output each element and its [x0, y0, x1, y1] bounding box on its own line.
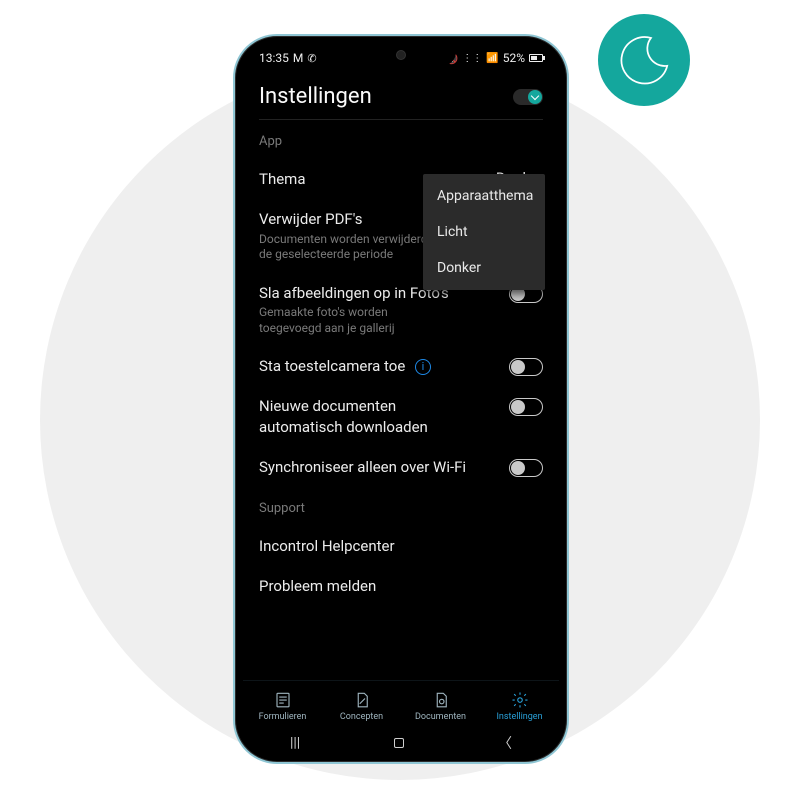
nav-documents[interactable]: Documenten: [401, 681, 480, 732]
documents-icon: [432, 691, 450, 709]
forms-icon: [274, 691, 292, 709]
settings-content: Instellingen App Thema Donker Verwijder …: [243, 74, 559, 680]
save-photos-sub: Gemaakte foto's worden toegevoegd aan je…: [259, 305, 449, 336]
wifi-icon: ⋮⋮: [462, 53, 482, 64]
theme-dropdown: Apparaatthema Licht Donker: [423, 174, 545, 290]
report-problem-row[interactable]: Probleem melden: [259, 566, 543, 606]
page-title: Instellingen: [259, 84, 372, 109]
sysnav-home[interactable]: [394, 738, 404, 748]
helpcenter-row[interactable]: Incontrol Helpcenter: [259, 526, 543, 566]
info-icon[interactable]: i: [415, 359, 431, 375]
wifi-sync-row[interactable]: Synchroniseer alleen over Wi-Fi: [259, 447, 543, 487]
helpcenter-label: Incontrol Helpcenter: [259, 536, 533, 556]
moon-icon: [615, 31, 673, 89]
phone-frame: 13:35 M ✆ 🔇 ⋮⋮ 📶 52% Instellingen App Th…: [233, 34, 569, 764]
sysnav-recents[interactable]: |||: [290, 735, 300, 751]
autodownload-row[interactable]: Nieuwe documenten automatisch downloaden: [259, 386, 543, 447]
camera-switch[interactable]: [509, 358, 543, 376]
theme-option-light[interactable]: Licht: [423, 214, 545, 250]
notch: [346, 44, 456, 66]
autodownload-switch[interactable]: [509, 398, 543, 416]
nav-concepts[interactable]: Concepten: [322, 681, 401, 732]
remove-pdf-sub: Documenten worden verwijderd na de gesel…: [259, 232, 449, 263]
status-battery: 52%: [503, 51, 525, 65]
camera-row[interactable]: Sta toestelcamera toe i: [259, 346, 543, 386]
whatsapp-icon: ✆: [307, 52, 316, 65]
theme-option-device[interactable]: Apparaatthema: [423, 178, 545, 214]
bottom-nav: Formulieren Concepten Documenten Instell…: [243, 680, 559, 732]
wifi-sync-label: Synchroniseer alleen over Wi-Fi: [259, 457, 499, 477]
sysnav-back[interactable]: 〈: [498, 733, 512, 753]
nav-settings[interactable]: Instellingen: [480, 681, 559, 732]
moon-badge: [598, 14, 690, 106]
mail-icon: M: [293, 51, 303, 65]
theme-option-dark[interactable]: Donker: [423, 250, 545, 286]
title-row: Instellingen: [259, 78, 543, 120]
section-support-label: Support: [259, 501, 543, 516]
system-nav: ||| 〈: [243, 732, 559, 754]
section-app-label: App: [259, 134, 543, 149]
phone-screen: 13:35 M ✆ 🔇 ⋮⋮ 📶 52% Instellingen App Th…: [243, 44, 559, 754]
status-time: 13:35: [259, 51, 289, 65]
report-problem-label: Probleem melden: [259, 576, 533, 596]
camera-label: Sta toestelcamera toe i: [259, 356, 499, 376]
signal-icon: 📶: [486, 53, 498, 64]
dark-mode-master-toggle[interactable]: [513, 89, 543, 105]
wifi-sync-switch[interactable]: [509, 459, 543, 477]
nav-forms[interactable]: Formulieren: [243, 681, 322, 732]
gear-icon: [511, 691, 529, 709]
concepts-icon: [353, 691, 371, 709]
battery-icon: [529, 54, 543, 62]
autodownload-label: Nieuwe documenten automatisch downloaden: [259, 396, 479, 437]
